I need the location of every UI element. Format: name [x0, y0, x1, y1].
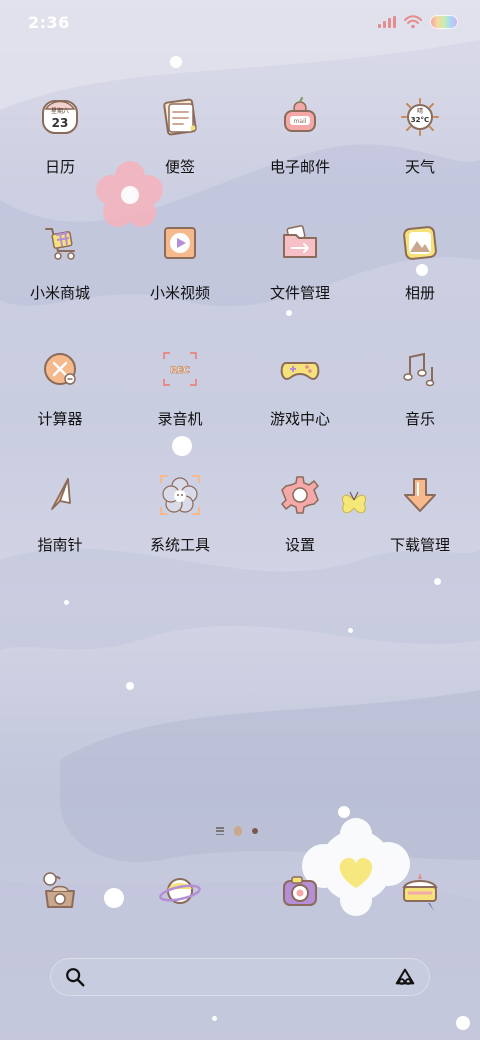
- app-settings[interactable]: 设置: [240, 470, 360, 566]
- app-game-center[interactable]: 游戏中心: [240, 344, 360, 440]
- app-label: 小米商城: [29, 284, 90, 302]
- app-label: 小米视频: [149, 284, 210, 302]
- app-music[interactable]: 音乐: [360, 344, 480, 440]
- app-calculator[interactable]: 计算器: [0, 344, 120, 440]
- app-label: 下载管理: [389, 536, 450, 554]
- app-label: 相册: [404, 284, 435, 302]
- app-compass[interactable]: 指南针: [0, 470, 120, 566]
- app-label: 日历: [44, 158, 75, 176]
- page-indicator[interactable]: [216, 826, 258, 836]
- app-calendar[interactable]: 星期六 23 日历: [0, 92, 120, 188]
- download-icon: [395, 470, 445, 520]
- svg-text:32°C: 32°C: [411, 116, 429, 124]
- app-system-tools-folder[interactable]: 系统工具: [120, 470, 240, 566]
- weather-icon: 晴 32°C: [395, 92, 445, 142]
- dock: [0, 866, 480, 916]
- app-mi-video[interactable]: 小米视频: [120, 218, 240, 314]
- bunny-page-icon: [234, 826, 242, 836]
- search-bar[interactable]: [50, 958, 430, 996]
- gallery-icon: [395, 218, 445, 268]
- svg-text:REC: REC: [170, 366, 190, 376]
- app-label: 天气: [404, 158, 435, 176]
- app-label: 计算器: [37, 410, 83, 428]
- app-label: 便签: [164, 158, 195, 176]
- app-mi-store[interactable]: 小米商城: [0, 218, 120, 314]
- menu-lines-icon: [216, 827, 224, 835]
- app-label: 文件管理: [269, 284, 330, 302]
- app-weather[interactable]: 晴 32°C 天气: [360, 92, 480, 188]
- wifi-icon: [404, 15, 422, 29]
- status-time: 2:36: [28, 12, 70, 32]
- recorder-icon: REC: [155, 344, 205, 394]
- planet-icon[interactable]: [155, 866, 205, 916]
- message-cake-icon[interactable]: [395, 866, 445, 916]
- app-label: 指南针: [37, 536, 83, 554]
- svg-text:星期六: 星期六: [51, 107, 69, 115]
- app-label: 录音机: [157, 410, 203, 428]
- app-file-manager[interactable]: 文件管理: [240, 218, 360, 314]
- battery-icon: [430, 15, 458, 29]
- status-bar: 2:36: [0, 0, 480, 44]
- system-tools-folder-icon: [155, 470, 205, 520]
- calendar-icon: 星期六 23: [35, 92, 85, 142]
- app-label: 电子邮件: [269, 158, 330, 176]
- app-recorder[interactable]: REC 录音机: [120, 344, 240, 440]
- app-label: 游戏中心: [269, 410, 330, 428]
- status-icons: [378, 15, 458, 29]
- app-label: 设置: [284, 536, 315, 554]
- calculator-icon: [35, 344, 85, 394]
- compass-icon: [35, 470, 85, 520]
- app-gallery[interactable]: 相册: [360, 218, 480, 314]
- page-dot: [252, 828, 258, 834]
- app-label: 系统工具: [149, 536, 210, 554]
- assistant-triangle-icon[interactable]: [394, 966, 416, 988]
- search-icon[interactable]: [64, 966, 86, 988]
- gamepad-icon: [275, 344, 325, 394]
- signal-icon: [378, 16, 396, 28]
- video-play-icon: [155, 218, 205, 268]
- music-note-icon: [395, 344, 445, 394]
- app-grid: 星期六 23 日历 便签 mail 电子邮件 晴 32°C 天气 小米商城 小米…: [0, 92, 480, 566]
- app-notes[interactable]: 便签: [120, 92, 240, 188]
- app-label: 音乐: [404, 410, 435, 428]
- folder-icon: [275, 218, 325, 268]
- app-download-manager[interactable]: 下载管理: [360, 470, 480, 566]
- mail-icon: mail: [275, 92, 325, 142]
- telephone-icon[interactable]: [35, 866, 85, 916]
- svg-text:晴: 晴: [417, 107, 423, 115]
- camera-icon[interactable]: [275, 866, 325, 916]
- app-mail[interactable]: mail 电子邮件: [240, 92, 360, 188]
- notes-icon: [155, 92, 205, 142]
- shopping-cart-icon: [35, 218, 85, 268]
- svg-text:mail: mail: [294, 118, 307, 125]
- svg-text:23: 23: [52, 116, 69, 130]
- gear-icon: [275, 470, 325, 520]
